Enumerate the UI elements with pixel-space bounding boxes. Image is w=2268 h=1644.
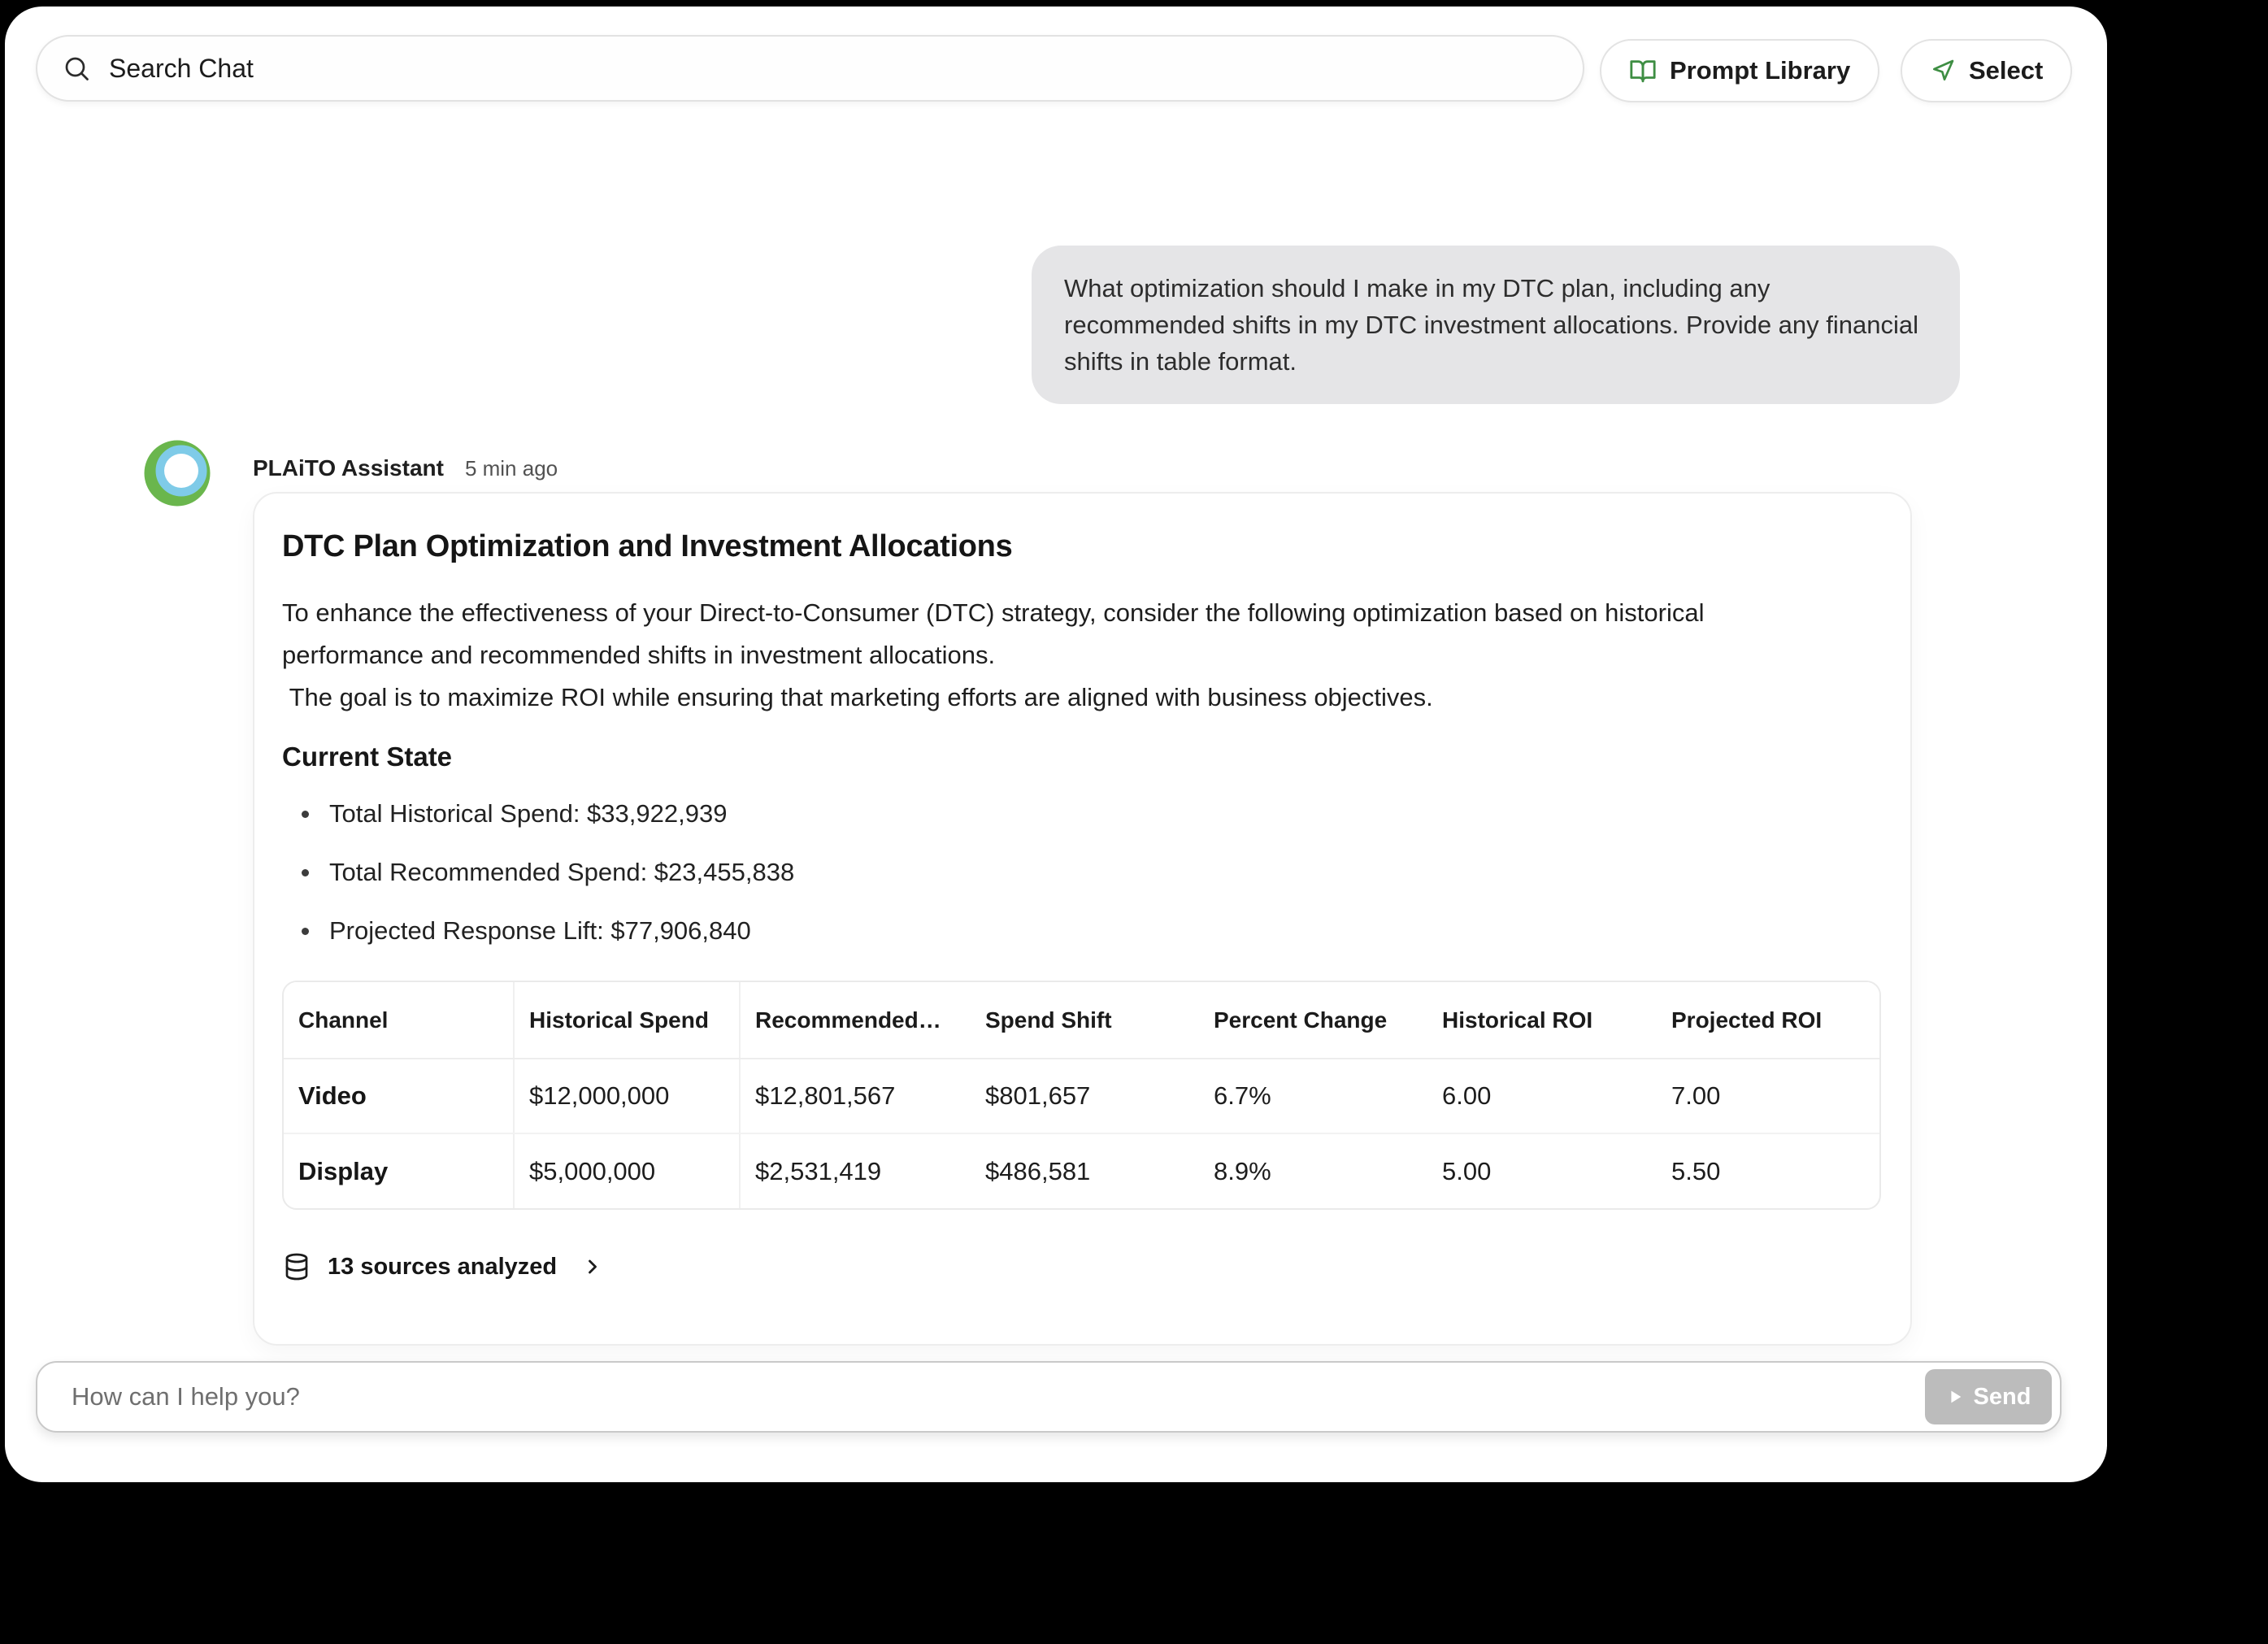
search-chat-box[interactable] [36, 35, 1584, 102]
search-input[interactable] [107, 52, 1583, 85]
table-cell: 6.00 [1427, 1059, 1657, 1134]
assistant-avatar [144, 440, 211, 507]
table-header-row: Channel Historical Spend Recommended… Sp… [284, 982, 1879, 1059]
search-icon [65, 57, 89, 80]
message-input[interactable] [70, 1381, 1925, 1412]
table-cell: 5.00 [1442, 1156, 1492, 1185]
table-cell: $5,000,000 [514, 1133, 741, 1208]
prompt-library-label: Prompt Library [1670, 56, 1851, 85]
table-cell: 7.00 [1657, 1059, 1879, 1134]
current-state-list: Total Historical Spend: $33,922,939 Tota… [282, 797, 1837, 948]
message-composer[interactable]: Send [36, 1361, 2062, 1433]
answer-intro: To enhance the effectiveness of your Dir… [282, 592, 1837, 719]
list-item: Projected Response Lift: $77,906,840 [302, 914, 1837, 948]
sources-analyzed-button[interactable]: 13 sources analyzed [282, 1252, 604, 1281]
intro-paragraph: To enhance the effectiveness of your Dir… [282, 598, 1712, 669]
table-cell: 8.9% [1214, 1156, 1271, 1185]
table-cell: $801,657 [971, 1059, 1199, 1134]
user-message-text: What optimization should I make in my DT… [1064, 274, 1919, 376]
table-cell: $12,801,567 [740, 1059, 971, 1134]
intro-paragraph: The goal is to maximize ROI while ensuri… [282, 683, 1433, 711]
header-spend-shift: Spend Shift [971, 982, 1199, 1059]
assistant-name: PLAiTO Assistant [253, 455, 444, 481]
header-historical-roi: Historical ROI [1427, 982, 1657, 1059]
header-channel: Channel [284, 982, 515, 1059]
send-label: Send [1973, 1383, 2031, 1410]
allocation-table: Channel Historical Spend Recommended… Sp… [282, 981, 1881, 1210]
header-historical-spend: Historical Spend [514, 982, 741, 1059]
list-item: Total Recommended Spend: $23,455,838 [302, 855, 1837, 889]
header-recommended-spend: Recommended… [740, 982, 971, 1059]
table-cell: $486,581 [985, 1156, 1091, 1185]
table-row: Video $12,000,000 $12,801,567 $801,657 6… [284, 1059, 1879, 1134]
table-cell: Display [284, 1133, 515, 1208]
send-play-icon [1950, 1390, 1961, 1403]
table-cell: Video [284, 1059, 515, 1134]
user-message-bubble: What optimization should I make in my DT… [1032, 246, 1960, 404]
select-label: Select [1969, 56, 2044, 85]
header-percent-change: Percent Change [1199, 982, 1427, 1059]
table-cell: $2,531,419 [755, 1156, 882, 1185]
select-button[interactable]: Select [1901, 39, 2073, 102]
answer-title: DTC Plan Optimization and Investment All… [282, 529, 1013, 563]
prompt-library-button[interactable]: Prompt Library [1600, 39, 1880, 102]
header-projected-roi: Projected ROI [1657, 982, 1879, 1059]
database-icon [285, 1253, 308, 1281]
assistant-answer-card: DTC Plan Optimization and Investment All… [253, 492, 1912, 1346]
chevron-right-icon [589, 1259, 597, 1274]
list-item: Total Historical Spend: $33,922,939 [302, 797, 1837, 831]
current-state-heading: Current State [282, 742, 453, 772]
table-cell: $12,000,000 [514, 1059, 741, 1134]
sources-analyzed-label: 13 sources analyzed [328, 1253, 558, 1280]
table-row: Display $5,000,000 $2,531,419 $486,581 8… [284, 1133, 1879, 1208]
send-button[interactable]: Send [1925, 1369, 2052, 1424]
table-cell: 6.7% [1199, 1059, 1427, 1134]
book-icon [1630, 60, 1656, 83]
assistant-meta: PLAiTO Assistant 5 min ago [253, 455, 558, 481]
cursor-select-icon [1933, 59, 1954, 80]
assistant-timestamp: 5 min ago [464, 456, 558, 481]
table-cell: 5.50 [1671, 1156, 1721, 1185]
chat-window: Prompt Library Select What optimization … [5, 7, 2107, 1482]
